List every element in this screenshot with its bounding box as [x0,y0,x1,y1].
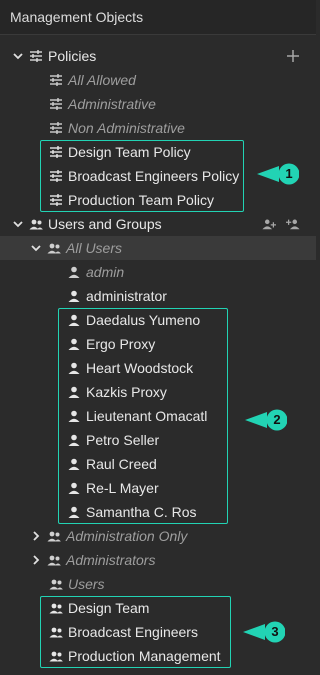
group-icon [28,212,44,236]
tree-item-label: Policies [48,48,97,64]
highlight-box-groups [40,596,231,668]
chevron-down-icon[interactable] [12,44,24,68]
callout-marker: 2 [243,408,287,432]
group-icon [46,236,62,260]
add-user-icon[interactable] [259,212,279,236]
tree-item-user[interactable]: administrator [0,284,316,308]
chevron-right-icon[interactable] [30,548,42,572]
tree-item-label: Users [68,576,105,592]
tree-item-label: All Users [66,240,123,256]
sliders-icon [28,44,44,68]
tree-item-label: All Allowed [68,72,136,88]
callout-number: 1 [285,166,293,181]
callout-marker: 1 [255,162,299,186]
chevron-down-icon[interactable] [12,212,24,236]
tree-item-label: Administrators [66,552,156,568]
sliders-icon [48,68,64,92]
callout-number: 3 [271,624,279,639]
chevron-down-icon[interactable] [30,236,42,260]
tree-item-label: Administrative [68,96,156,112]
tree-item-policy[interactable]: Non Administrative [0,116,316,140]
callout-marker: 3 [241,620,285,644]
sliders-icon [48,116,64,140]
tree-item-user[interactable]: admin [0,260,316,284]
tree-item-users-and-groups[interactable]: Users and Groups [0,212,316,236]
add-user-icon[interactable] [283,212,303,236]
tree-item-label: Administration Only [66,528,188,544]
sliders-icon [48,92,64,116]
tree-item-policies[interactable]: Policies [0,44,316,68]
panel-title: Management Objects [0,0,316,35]
tree-item-all-users[interactable]: All Users [0,236,316,260]
group-icon [48,572,64,596]
group-icon [46,548,62,572]
person-icon [66,260,82,284]
tree-item-label: Users and Groups [48,216,162,232]
tree-item-group[interactable]: Administration Only [0,524,316,548]
highlight-box-policies [40,140,244,212]
callout-number: 2 [273,412,281,427]
tree-item-label: Non Administrative [68,120,185,136]
tree-item-group[interactable]: Users [0,572,316,596]
tree-item-policy[interactable]: All Allowed [0,68,316,92]
highlight-box-users [58,308,228,524]
tree-item-label: administrator [86,288,167,304]
tree-item-label: admin [86,264,125,280]
plus-icon[interactable] [284,44,302,68]
tree-item-policy[interactable]: Administrative [0,92,316,116]
person-icon [66,284,82,308]
group-icon [46,524,62,548]
tree-item-group[interactable]: Administrators [0,548,316,572]
chevron-right-icon[interactable] [30,524,42,548]
